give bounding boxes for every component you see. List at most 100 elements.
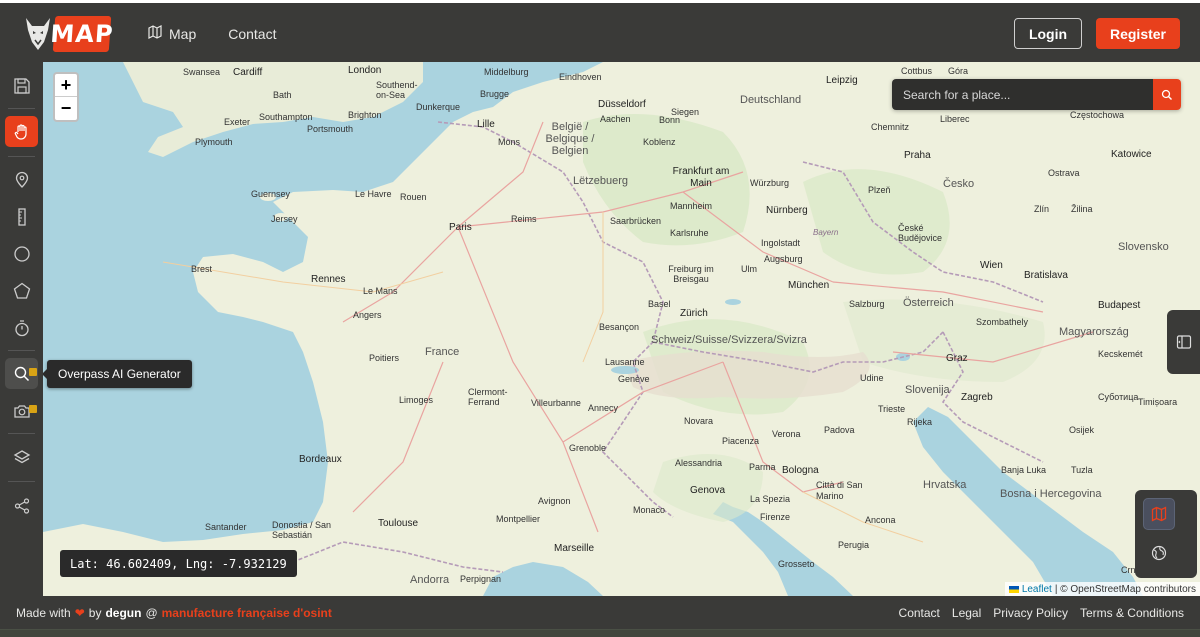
map-label: Genova <box>690 485 726 496</box>
nav-contact-label: Contact <box>228 25 277 42</box>
map-label: Bologna <box>782 465 819 476</box>
map-label: Jersey <box>271 214 298 224</box>
zoom-in-button[interactable]: + <box>55 74 77 97</box>
top-bar: MAP Map Contact Login Register <box>0 3 1200 62</box>
app: MAP Map Contact Login Register Swansea C… <box>0 0 1200 637</box>
map-label: Salzburg <box>849 299 885 309</box>
map-label: Österreich <box>903 297 954 309</box>
map-label: Plymouth <box>195 137 233 147</box>
footer-link-privacy[interactable]: Privacy Policy <box>993 606 1068 620</box>
map-label: Toulouse <box>378 518 419 529</box>
footer-link-terms[interactable]: Terms & Conditions <box>1080 606 1184 620</box>
at-text: @ <box>145 606 158 620</box>
search-icon <box>1161 89 1172 100</box>
map-label: České Budějovice <box>898 223 943 243</box>
save-icon <box>13 77 30 94</box>
pan-tool-button[interactable] <box>5 116 38 147</box>
map-label: Annecy <box>588 403 619 413</box>
map-label: Cardiff <box>233 67 263 78</box>
footer-link-legal[interactable]: Legal <box>952 606 981 620</box>
marker-tool-button[interactable] <box>5 164 38 195</box>
map-canvas[interactable]: Swansea Cardiff London Middelburg Eindho… <box>43 62 1200 596</box>
map-label: Santander <box>205 522 247 532</box>
map-label: Southend-on-Sea <box>376 80 418 100</box>
search-input[interactable] <box>892 79 1153 110</box>
map-label: Middelburg <box>484 67 529 77</box>
circle-tool-button[interactable] <box>5 238 38 269</box>
map-label: Nürnberg <box>766 205 808 216</box>
map-attribution: Leaflet | © OpenStreetMap contributors <box>1004 582 1200 596</box>
map-label: Praha <box>904 150 931 161</box>
zoom-out-button[interactable]: − <box>55 97 77 120</box>
map-label: Rennes <box>311 274 346 285</box>
map-label: Limoges <box>399 395 434 405</box>
map-label: Mannheim <box>670 201 713 211</box>
measure-tool-button[interactable] <box>5 201 38 232</box>
map-label: Düsseldorf <box>598 99 646 110</box>
map-label: Le Havre <box>355 189 392 199</box>
register-button[interactable]: Register <box>1096 18 1180 49</box>
brand-link[interactable]: manufacture française d'osint <box>162 606 332 620</box>
map-label: Schweiz/Suisse/Svizzera/Svizra <box>651 334 807 346</box>
map-label: Częstochowa <box>1070 110 1125 120</box>
overpass-ai-button[interactable] <box>5 358 38 389</box>
map-label: Freiburg im Breisgau <box>668 264 714 284</box>
map-label: Genève <box>618 374 650 384</box>
coordinates-readout: Lat: 46.602409, Lng: -7.932129 <box>60 550 297 577</box>
camera-tool-button[interactable] <box>5 395 38 426</box>
tool-tooltip: Overpass AI Generator <box>43 360 192 388</box>
search-button[interactable] <box>1153 79 1181 110</box>
nav-map-label: Map <box>169 25 197 42</box>
map-label: Hrvatska <box>923 479 967 491</box>
by-text: by <box>88 606 102 620</box>
map-label: Monaco <box>633 505 666 515</box>
map-label: Kecskemét <box>1098 349 1143 359</box>
street-map-button[interactable] <box>1143 498 1175 530</box>
share-button[interactable] <box>5 490 38 521</box>
map-label: Wien <box>980 260 1003 271</box>
map-label: Angers <box>353 310 382 320</box>
polygon-tool-button[interactable] <box>5 275 38 306</box>
map-label: Brest <box>191 264 213 274</box>
map-label: Dunkerque <box>416 102 461 112</box>
leaflet-link[interactable]: Leaflet <box>1022 584 1052 595</box>
map-label: France <box>425 346 460 358</box>
map-label: Augsburg <box>764 254 803 264</box>
map-label: Guernsey <box>251 189 291 199</box>
ruler-icon <box>17 207 26 226</box>
map-label: Besançon <box>599 322 640 332</box>
map-label: Plzeň <box>868 185 891 195</box>
map-label: Würzburg <box>750 178 790 188</box>
layers-icon <box>13 449 30 463</box>
login-button[interactable]: Login <box>1014 18 1082 49</box>
map-label: Alessandria <box>675 458 723 468</box>
map-label: Zagreb <box>961 392 993 403</box>
map-label: Trieste <box>878 404 906 414</box>
side-panel-toggle[interactable] <box>1167 310 1200 374</box>
map-label: Tuzla <box>1071 465 1093 475</box>
nav-contact[interactable]: Contact <box>228 25 276 42</box>
layers-button[interactable] <box>5 442 38 473</box>
logo[interactable]: MAP <box>24 14 115 54</box>
save-button[interactable] <box>5 70 38 101</box>
map-label: Saarbrücken <box>610 216 662 226</box>
map-label: België / Belgique / Belgien <box>545 121 595 157</box>
main-nav: Map Contact <box>148 25 276 42</box>
satellite-globe-button[interactable] <box>1143 537 1175 569</box>
map-label: Clermont-Ferrand <box>468 387 508 407</box>
map-label: Grenoble <box>569 443 607 453</box>
author-name: degun <box>105 606 142 620</box>
map-label: Southampton <box>259 112 313 122</box>
map-label: Суботица <box>1098 392 1139 402</box>
timer-tool-button[interactable] <box>5 312 38 343</box>
map-label: Andorra <box>410 574 450 586</box>
footer-link-contact[interactable]: Contact <box>899 606 940 620</box>
nav-map[interactable]: Map <box>148 25 196 42</box>
map-label: München <box>788 280 830 291</box>
map-label: Zürich <box>680 308 708 319</box>
map-label: Budapest <box>1098 300 1141 311</box>
premium-badge-icon <box>29 368 37 376</box>
map-label: Banja Luka <box>1001 465 1047 475</box>
share-icon <box>14 497 29 514</box>
osm-attribution[interactable]: | © OpenStreetMap contributors <box>1055 584 1196 595</box>
